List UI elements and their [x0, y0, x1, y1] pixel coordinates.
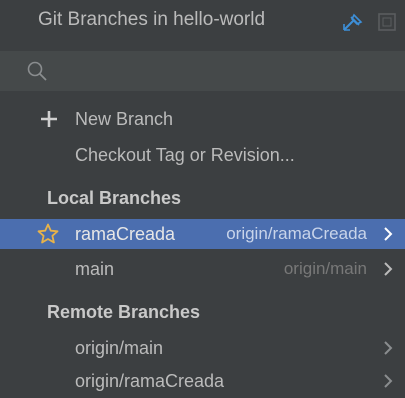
local-branches-title: Local Branches: [47, 188, 182, 208]
local-branch-row-main[interactable]: main origin/main: [0, 254, 405, 284]
remote-branch-row-origin-main[interactable]: origin/main: [0, 333, 405, 363]
expand-icon[interactable]: [377, 12, 397, 32]
pin-icon[interactable]: [342, 12, 364, 32]
remote-branches-title: Remote Branches: [47, 302, 201, 322]
remote-branches-header: Remote Branches: [0, 297, 405, 327]
favorite-star-icon[interactable]: [36, 222, 60, 246]
popup-title: Git Branches in hello-world: [38, 9, 266, 30]
new-branch-label: New Branch: [75, 109, 174, 129]
git-branches-popup: Git Branches in hello-world New Branch C…: [0, 0, 405, 398]
checkout-tag-label: Checkout Tag or Revision...: [75, 145, 295, 165]
remote-branch-row-origin-ramacreada[interactable]: origin/ramaCreada: [0, 366, 405, 396]
branch-name: main: [75, 259, 115, 279]
branch-name: origin/main: [75, 338, 164, 358]
branch-search-input[interactable]: [56, 57, 390, 87]
search-icon: [27, 61, 47, 81]
local-branch-row-ramacreada[interactable]: ramaCreada origin/ramaCreada: [0, 219, 405, 249]
chevron-right-icon[interactable]: [381, 226, 395, 242]
tracking-branch: origin/ramaCreada: [226, 224, 367, 243]
plus-icon: [41, 111, 57, 127]
popup-title-bar: Git Branches in hello-world: [0, 0, 405, 44]
new-branch-action[interactable]: New Branch: [0, 104, 405, 134]
tracking-branch: origin/main: [283, 259, 367, 278]
branch-name: ramaCreada: [75, 224, 176, 244]
chevron-right-icon[interactable]: [381, 261, 395, 277]
branch-search-bar: [0, 51, 405, 91]
chevron-right-icon[interactable]: [381, 340, 395, 356]
local-branches-header: Local Branches: [0, 183, 405, 213]
checkout-tag-action[interactable]: Checkout Tag or Revision...: [0, 140, 405, 170]
branch-name: origin/ramaCreada: [75, 371, 225, 391]
chevron-right-icon[interactable]: [381, 373, 395, 389]
